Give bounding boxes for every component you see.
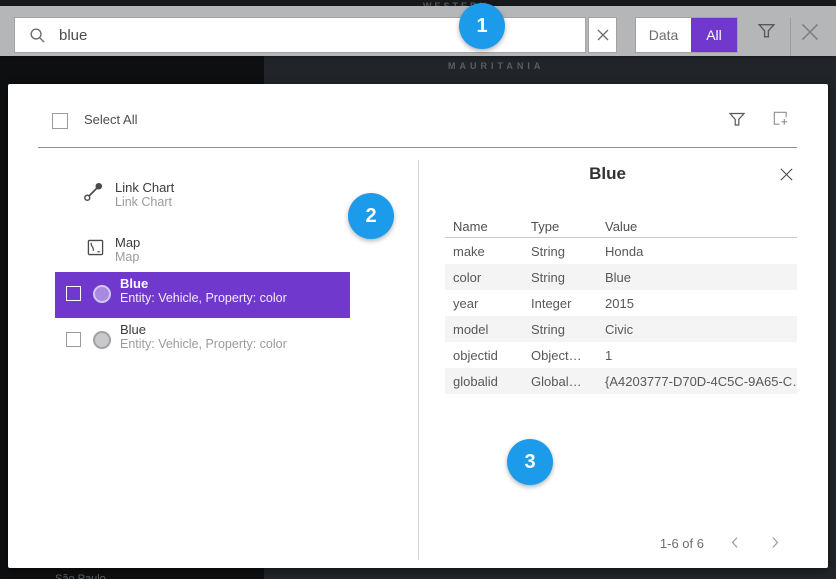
toolbar-close-button[interactable] [797, 21, 823, 47]
select-all-label: Select All [84, 112, 137, 127]
item-subtitle: Entity: Vehicle, Property: color [120, 337, 287, 352]
table-row: colorStringBlue [445, 264, 797, 290]
table-cell: objectid [453, 348, 531, 363]
table-cell: String [531, 322, 605, 337]
chevron-left-icon [730, 536, 740, 554]
attribute-table: NameTypeValue makeStringHondacolorString… [445, 216, 797, 394]
close-icon [779, 167, 794, 187]
table-cell: make [453, 244, 531, 259]
table-cell: Blue [605, 270, 797, 285]
add-selection-icon [771, 109, 790, 133]
table-column-header: Name [453, 219, 531, 234]
list-item-link-chart[interactable]: Link Chart Link Chart [115, 180, 174, 210]
list-detail-divider [418, 160, 419, 560]
table-cell: Civic [605, 322, 797, 337]
table-cell: color [453, 270, 531, 285]
detail-close-button[interactable] [778, 169, 794, 185]
scope-data-button[interactable]: Data [636, 18, 691, 52]
search-icon [29, 27, 46, 44]
item-text: Blue Entity: Vehicle, Property: color [120, 276, 287, 306]
entity-node-icon [93, 331, 111, 349]
detail-table-header: NameTypeValue [445, 216, 797, 238]
table-row: makeStringHonda [445, 238, 797, 264]
filter-icon [756, 20, 777, 46]
callout-badge-2: 2 [348, 193, 394, 239]
toolbar-divider [790, 18, 791, 56]
search-results-panel: Select All [8, 84, 828, 568]
table-column-header: Value [605, 219, 797, 234]
chevron-right-icon [770, 536, 780, 554]
app-window: WESTERN MAURITANIA São Paulo Data All [0, 0, 836, 579]
table-cell: Honda [605, 244, 797, 259]
header-divider [38, 147, 797, 148]
map-label-mauritania: MAURITANIA [448, 61, 544, 71]
clear-icon [597, 29, 609, 41]
table-row: yearInteger2015 [445, 290, 797, 316]
close-icon [797, 19, 823, 50]
table-row: objectidObject…1 [445, 342, 797, 368]
table-cell: Integer [531, 296, 605, 311]
detail-table-rows: makeStringHondacolorStringBlueyearIntege… [445, 238, 797, 394]
table-row: globalidGlobal…{A4203777-D70D-4C5C-9A65-… [445, 368, 797, 394]
list-item-blue-selected[interactable]: Blue Entity: Vehicle, Property: color [55, 272, 350, 318]
item-subtitle: Link Chart [115, 195, 174, 210]
pagination-prev-button[interactable] [725, 535, 745, 555]
item-subtitle: Entity: Vehicle, Property: color [120, 291, 287, 306]
callout-badge-1: 1 [459, 3, 505, 49]
scope-toggle: Data All [635, 17, 738, 53]
search-input[interactable] [59, 27, 585, 44]
table-cell: Object… [531, 348, 605, 363]
detail-title: Blue [418, 164, 797, 184]
table-cell: Global… [531, 374, 605, 389]
item-checkbox[interactable] [66, 286, 81, 301]
toolbar-filter-button[interactable] [755, 22, 777, 44]
panel-filter-button[interactable] [727, 111, 747, 131]
item-subtitle: Map [115, 250, 140, 265]
item-title: Blue [120, 276, 287, 291]
map-label-bottom: São Paulo [55, 573, 106, 579]
list-item-blue[interactable]: Blue Entity: Vehicle, Property: color [55, 318, 350, 364]
table-cell: {A4203777-D70D-4C5C-9A65-C… [605, 374, 797, 389]
table-cell: model [453, 322, 531, 337]
item-title: Blue [120, 322, 287, 337]
add-to-selection-button[interactable] [770, 111, 790, 131]
table-cell: 2015 [605, 296, 797, 311]
filter-icon [727, 109, 747, 134]
item-text: Blue Entity: Vehicle, Property: color [120, 322, 287, 352]
search-toolbar: Data All [0, 6, 836, 56]
table-column-header: Type [531, 219, 605, 234]
item-checkbox[interactable] [66, 332, 81, 347]
map-icon [87, 239, 104, 256]
table-cell: globalid [453, 374, 531, 389]
pagination-next-button[interactable] [765, 535, 785, 555]
item-title: Link Chart [115, 180, 174, 195]
entity-node-icon [93, 285, 111, 303]
callout-badge-3: 3 [507, 439, 553, 485]
clear-search-button[interactable] [588, 17, 617, 53]
link-chart-icon [82, 180, 105, 203]
select-all-checkbox[interactable] [52, 113, 68, 129]
pagination-label: 1-6 of 6 [608, 536, 704, 551]
table-cell: String [531, 270, 605, 285]
table-cell: year [453, 296, 531, 311]
scope-all-button[interactable]: All [691, 18, 737, 52]
table-cell: String [531, 244, 605, 259]
item-title: Map [115, 235, 140, 250]
list-item-map[interactable]: Map Map [115, 235, 140, 265]
table-row: modelStringCivic [445, 316, 797, 342]
table-cell: 1 [605, 348, 797, 363]
